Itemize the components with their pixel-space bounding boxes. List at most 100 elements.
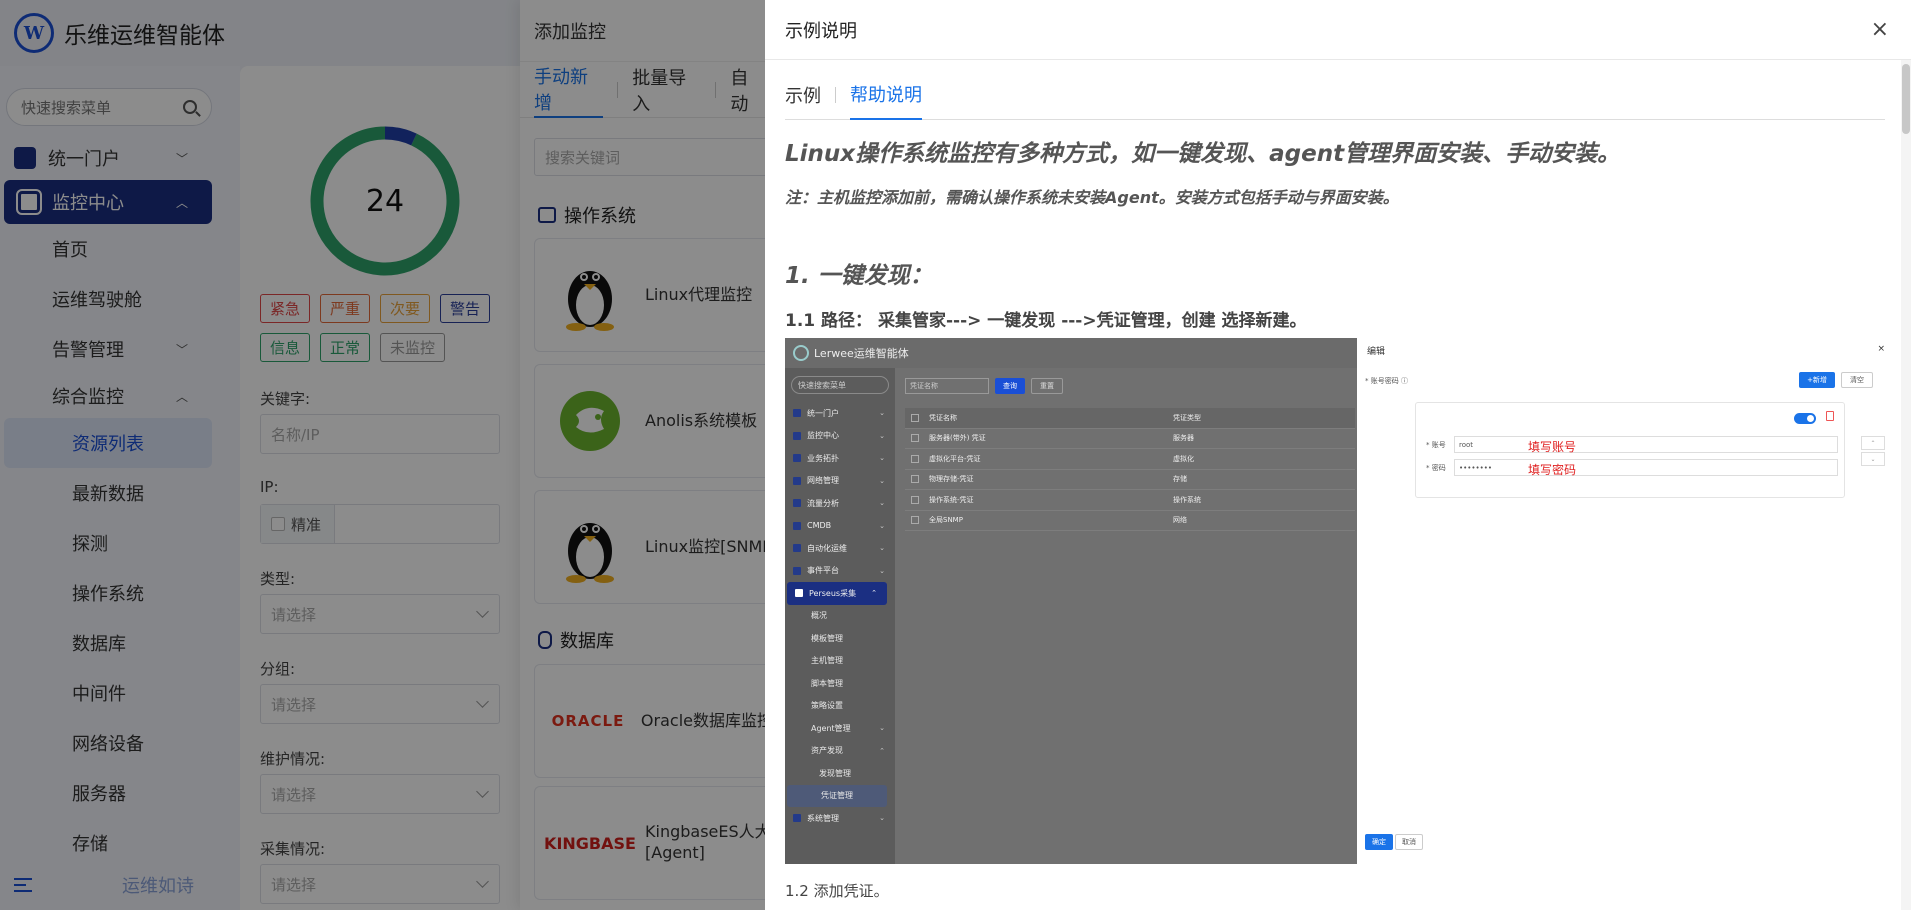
screenshot-menu-item: 统一门户 ⌄	[785, 402, 895, 425]
table-header-cell: 凭证类型	[1173, 413, 1201, 422]
screenshot-menu-item: 系统管理 ⌄	[785, 807, 895, 830]
chevron-down-icon: ⌄	[879, 544, 885, 553]
submenu-label: Agent管理	[811, 723, 851, 733]
menu-icon	[793, 476, 801, 485]
screenshot-sidebar: 快速搜索菜单 统一门户 ⌄ 监控中心 ⌄ 业务拓扑 ⌄ 网络管理 ⌄ 流量分析 ⌄ CMD…	[785, 368, 895, 864]
menu-label: 业务拓扑	[807, 453, 839, 463]
help-drawer: 示例说明 × 示例 帮助说明 Linux操作系统监控有多种方式，如一键发现、ag…	[765, 0, 1911, 910]
menu-icon	[793, 409, 801, 418]
chevron-down-icon: ⌄	[879, 499, 885, 508]
menu-label: CMDB	[807, 521, 832, 531]
dialog-field-label: * 账号密码 ⓘ	[1365, 377, 1408, 385]
close-icon[interactable]: ×	[1871, 17, 1889, 42]
screenshot-app: Lerwee运维智能体 快速搜索菜单 统一门户 ⌄ 监控中心 ⌄ 业务拓扑 ⌄ 网络管…	[785, 338, 1357, 864]
account-annotation: 填写账号	[1528, 440, 1577, 454]
chevron-down-icon: ⌄	[879, 409, 885, 418]
screenshot-submenu-item: 资产发现 ⌃	[785, 740, 895, 763]
table-row: 服务器(带外) 凭证 服务器	[905, 429, 1355, 449]
table-header-cell: 凭证名称	[929, 413, 957, 422]
table-cell: 服务器(带外) 凭证	[929, 434, 986, 443]
scrollbar-thumb[interactable]	[1902, 64, 1910, 134]
screenshot-submenu-item: 策略设置	[811, 701, 843, 711]
menu-label: 自动化运维	[807, 543, 847, 553]
help-scrollbar[interactable]	[1901, 60, 1911, 910]
chevron-down-icon: ⌄	[879, 814, 885, 823]
table-cell: 操作系统	[1173, 495, 1201, 504]
screenshot-search: 快速搜索菜单	[791, 376, 889, 394]
screenshot-app-title: Lerwee运维智能体	[814, 347, 909, 360]
screenshot-query-button: 查询	[995, 378, 1025, 394]
screenshot-menu-item: 网络管理 ⌄	[785, 470, 895, 493]
menu-label: 网络管理	[807, 476, 839, 486]
menu-label: 监控中心	[807, 431, 839, 441]
menu-label: 流量分析	[807, 498, 839, 508]
help-tabs: 示例 帮助说明	[785, 70, 1885, 120]
checkbox-icon	[911, 475, 919, 484]
table-cell: 网络	[1173, 516, 1187, 525]
close-icon: ×	[1877, 344, 1885, 354]
menu-icon	[793, 814, 801, 823]
menu-label: Perseus采集	[809, 588, 857, 598]
chevron-down-icon: ⌄	[879, 431, 885, 440]
account-value: root	[1459, 440, 1474, 449]
menu-label: 系统管理	[807, 813, 839, 823]
table-cell: 虚拟化平台-凭证	[929, 454, 981, 463]
dialog-title: 编辑	[1367, 347, 1386, 357]
modal-overlay[interactable]	[0, 0, 765, 910]
help-step-1: 1. 一键发现：	[785, 263, 933, 289]
help-heading: Linux操作系统监控有多种方式，如一键发现、agent管理界面安装、手动安装。	[785, 141, 1621, 167]
table-cell: 操作系统-凭证	[929, 495, 974, 504]
tab-divider	[835, 86, 836, 103]
chevron-down-icon: ⌄	[879, 724, 885, 733]
menu-label: 统一门户	[807, 408, 839, 418]
dialog-add-button: +新增	[1799, 372, 1835, 388]
logo-icon	[793, 345, 809, 361]
screenshot-menu-item: CMDB ⌄	[785, 515, 895, 538]
table-cell: 虚拟化	[1173, 454, 1194, 463]
trash-icon	[1826, 411, 1834, 421]
checkbox-icon	[911, 454, 919, 463]
tab-help[interactable]: 帮助说明	[850, 70, 922, 120]
screenshot-submenu3-item: 发现管理	[819, 768, 851, 778]
screenshot-reset-button: 重置	[1031, 378, 1063, 394]
toggle-switch	[1794, 413, 1816, 424]
table-row: 操作系统-凭证 操作系统	[905, 490, 1355, 511]
screenshot-menu-item: 流量分析 ⌄	[785, 492, 895, 515]
screenshot-submenu-item: Agent管理 ⌄	[785, 717, 895, 740]
screenshot-edit-dialog: 编辑 × * 账号密码 ⓘ +新增 清空 * 账号 root 填写账号 * 密码…	[1357, 338, 1903, 864]
dialog-credential-card: * 账号 root 填写账号 * 密码 •••••••• 填写密码	[1415, 402, 1845, 498]
tab-example[interactable]: 示例	[785, 70, 821, 120]
screenshot-toolbar: 凭证名称 查询 重置	[905, 378, 1063, 394]
help-header: 示例说明 ×	[765, 0, 1911, 60]
checkbox-icon	[911, 495, 919, 504]
password-label: * 密码	[1426, 464, 1446, 472]
screenshot-menu-item: 业务拓扑 ⌄	[785, 447, 895, 470]
chevron-down-icon: ⌄	[879, 566, 885, 575]
screenshot-submenu-item: 主机管理	[811, 656, 843, 666]
dialog-ok-button: 确定	[1365, 834, 1393, 850]
menu-icon	[793, 499, 801, 508]
screenshot-main: 凭证名称 查询 重置 凭证名称 凭证类型 服务器(带外) 凭证 服务器 虚拟化平台-…	[895, 368, 1357, 864]
chevron-down-icon: ⌄	[879, 521, 885, 530]
help-step-1-path: 1.1 路径： 采集管家---> 一键发现 --->凭证管理，创建 选择新建。	[785, 311, 1307, 331]
menu-icon	[793, 544, 801, 553]
screenshot-menu-item: 事件平台 ⌄	[785, 560, 895, 583]
table-cell: 存储	[1173, 475, 1187, 484]
help-caption: 1.2 添加凭证。	[785, 882, 889, 900]
table-cell: 全局SNMP	[929, 516, 963, 525]
table-row: 物理存储-凭证 存储	[905, 470, 1355, 490]
password-value: ••••••••	[1459, 463, 1493, 472]
screenshot-menu-item: 监控中心 ⌄	[785, 425, 895, 448]
screenshot-menu-item-active: Perseus采集 ⌃	[787, 582, 887, 605]
checkbox-icon	[911, 413, 919, 422]
table-cell: 物理存储-凭证	[929, 475, 974, 484]
chevron-down-icon: ⌄	[1861, 452, 1885, 466]
chevron-up-icon: ⌃	[871, 589, 877, 598]
chevron-down-icon: ⌄	[879, 476, 885, 485]
account-label: * 账号	[1426, 441, 1446, 449]
menu-icon	[793, 431, 801, 440]
screenshot-submenu3-item-active: 凭证管理	[787, 784, 887, 807]
table-row: 全局SNMP 网络	[905, 511, 1355, 531]
screenshot-submenu-item: 概况	[811, 611, 827, 621]
screenshot-submenu-item: 脚本管理	[811, 678, 843, 688]
